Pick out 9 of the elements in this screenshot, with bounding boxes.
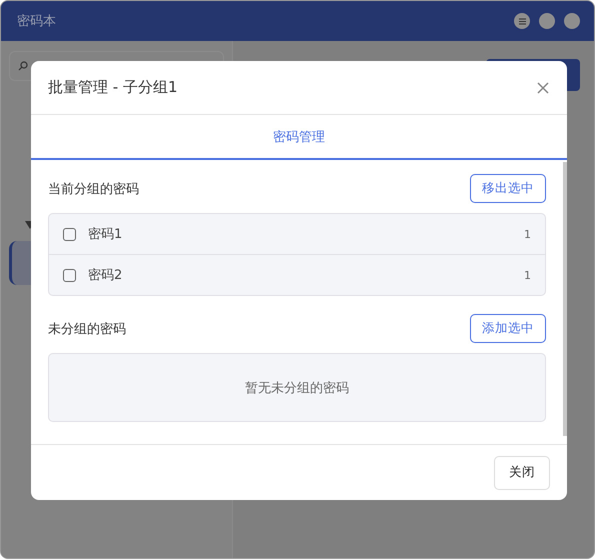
empty-message: 暂无未分组的密码 — [245, 380, 349, 396]
section-heading: 未分组的密码 — [48, 320, 126, 338]
item-name: 密码1 — [88, 226, 124, 243]
section-heading: 当前分组的密码 — [48, 180, 139, 198]
window-title: 密码本 — [17, 13, 57, 30]
item-name: 密码2 — [88, 267, 124, 284]
item-count: 1 — [524, 228, 531, 240]
dialog-title: 批量管理 - 子分组1 — [48, 78, 178, 97]
item-count: 1 — [524, 268, 531, 282]
